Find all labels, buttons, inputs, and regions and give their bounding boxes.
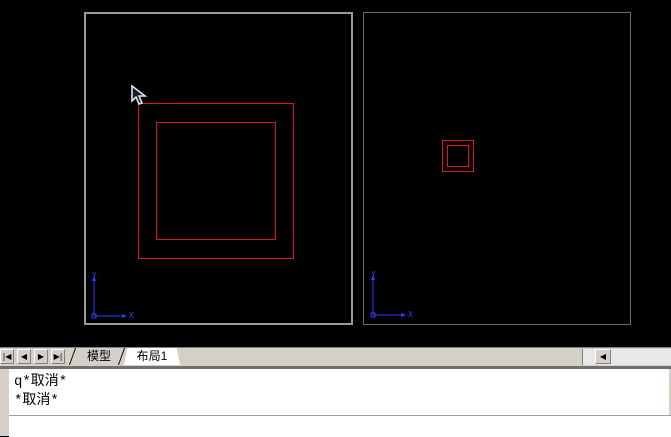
inner-square[interactable] (156, 122, 276, 240)
drawing-canvas[interactable]: Y X Y X (0, 0, 671, 347)
command-window-grip[interactable] (0, 369, 9, 436)
ucs-x-label: X (129, 311, 134, 320)
tab-layout1[interactable]: 布局1 (124, 348, 180, 365)
next-tab-icon[interactable]: ▶ (34, 349, 48, 364)
horizontal-scrollbar[interactable]: ◀ (582, 349, 671, 365)
scroll-left-icon[interactable]: ◀ (595, 349, 611, 364)
last-tab-icon[interactable]: ▶| (51, 349, 65, 364)
command-input[interactable] (9, 415, 671, 437)
first-tab-icon[interactable]: |◀ (0, 349, 14, 364)
prev-tab-icon[interactable]: ◀ (17, 349, 31, 364)
command-window: q*取消* *取消* (0, 366, 671, 437)
command-history-line: *取消* (14, 393, 59, 409)
ucs-y-label: Y (92, 271, 97, 280)
viewport-right[interactable]: Y X (363, 12, 631, 325)
viewport-left-active[interactable]: Y X (84, 12, 353, 325)
command-history-line: q*取消* (14, 374, 68, 390)
mouse-pointer-icon (130, 84, 148, 106)
ucs-y-label: Y (371, 270, 376, 279)
ucs-icon: Y X (89, 271, 134, 322)
tab-model[interactable]: 模型 (76, 348, 122, 365)
ucs-x-label: X (408, 310, 413, 319)
ucs-icon: Y X (368, 270, 413, 321)
inner-square-small[interactable] (447, 145, 469, 167)
layout-tab-bar: |◀ ◀ ▶ ▶| 模型 布局1 ◀ (0, 347, 671, 366)
